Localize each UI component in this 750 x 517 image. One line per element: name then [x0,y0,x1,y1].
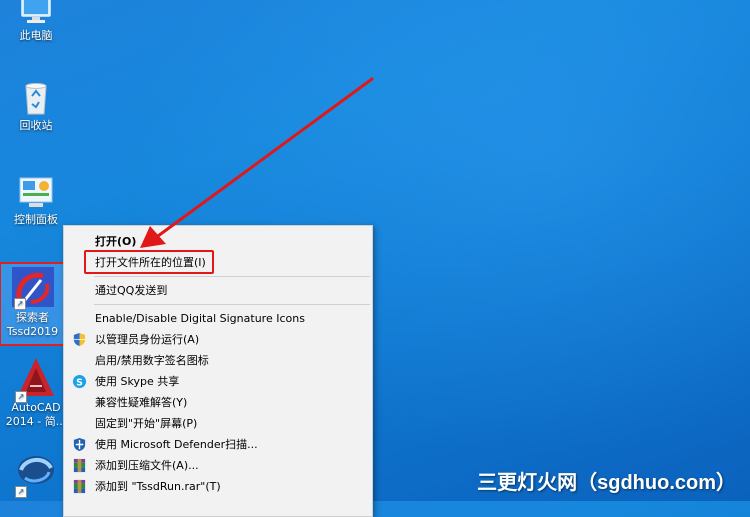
desktop: 此电脑 回收站 控制面板 ↗ 探索者 Tssd2019 ↗ AutoCAD 20… [0,0,750,517]
annotation-arrow [140,77,374,248]
watermark-text: 三更灯火网（sgdhuo.com） [477,472,736,494]
